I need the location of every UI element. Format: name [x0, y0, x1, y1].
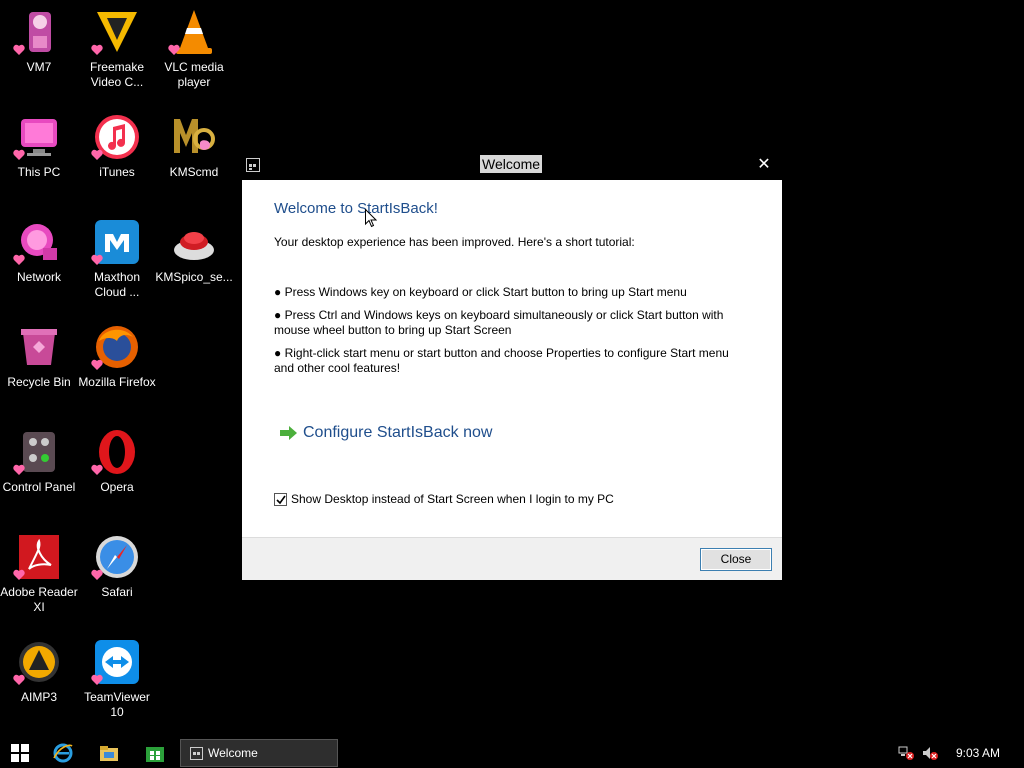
- heart-icon: [91, 359, 103, 370]
- kmscmd-icon: [170, 113, 218, 161]
- network-disconnected-icon[interactable]: [898, 746, 914, 760]
- show-desktop-checkbox-label: Show Desktop instead of Start Screen whe…: [291, 492, 614, 506]
- dialog-body: Welcome to StartIsBack! Your desktop exp…: [242, 180, 782, 537]
- desktop-icon-vlc[interactable]: VLC media player: [155, 8, 233, 90]
- heart-icon: [91, 464, 103, 475]
- dialog-intro: Your desktop experience has been improve…: [274, 235, 635, 249]
- heart-icon: [91, 674, 103, 685]
- desktop-icon-recycle-bin[interactable]: Recycle Bin: [0, 323, 78, 390]
- desktop-icon-label: VLC media player: [164, 60, 224, 89]
- desktop-icon-opera[interactable]: Opera: [78, 428, 156, 495]
- teamviewer-icon: [91, 638, 141, 686]
- maxthon-icon: [91, 218, 141, 266]
- desktop-icon-adobe-reader[interactable]: Adobe Reader XI: [0, 533, 78, 615]
- desktop-icon-label: KMScmd: [169, 165, 219, 179]
- dialog-titlebar[interactable]: Welcome ✕: [242, 152, 782, 180]
- clock[interactable]: 9:03 AM: [956, 746, 1000, 760]
- safari-icon: [91, 533, 141, 581]
- taskbar-task-welcome[interactable]: Welcome: [180, 739, 338, 767]
- itunes-icon: [91, 113, 141, 161]
- desktop-icon-vm7[interactable]: VM7: [0, 8, 78, 75]
- heart-icon: [91, 149, 103, 160]
- desktop-icon-label: Adobe Reader XI: [0, 585, 78, 614]
- show-desktop-checkbox[interactable]: [274, 492, 287, 506]
- desktop-icon-label: AIMP3: [20, 690, 57, 704]
- tutorial-bullet: ● Press Ctrl and Windows keys on keyboar…: [274, 308, 724, 337]
- desktop-icon-label: Opera: [100, 480, 134, 494]
- desktop-icon-kmspico[interactable]: KMSpico_se...: [155, 218, 233, 285]
- start-button-windows-icon[interactable]: [9, 742, 31, 764]
- dialog-footer: Close: [242, 537, 782, 580]
- heart-icon: [13, 464, 25, 475]
- heart-icon: [91, 569, 103, 580]
- adobe-reader-icon: [13, 533, 63, 581]
- desktop-icon-label: Freemake Video C...: [89, 60, 145, 89]
- close-icon[interactable]: ✕: [754, 154, 774, 174]
- desktop-icon-label: Safari: [101, 585, 133, 599]
- heart-icon: [13, 44, 25, 55]
- desktop-icon-label: VM7: [26, 60, 52, 74]
- heart-icon: [91, 44, 103, 55]
- checkmark-icon: [276, 495, 286, 504]
- show-desktop-checkbox-row[interactable]: Show Desktop instead of Start Screen whe…: [274, 492, 614, 506]
- tutorial-bullet: ● Right-click start menu or start button…: [274, 346, 729, 375]
- kmspico-icon: [170, 218, 218, 266]
- desktop-icon-itunes[interactable]: iTunes: [78, 113, 156, 180]
- startisback-app-icon: [190, 746, 203, 760]
- internet-explorer-icon[interactable]: [52, 742, 74, 764]
- store-icon[interactable]: [144, 742, 166, 764]
- dialog-heading: Welcome to StartIsBack!: [274, 200, 438, 217]
- desktop-icon-label: Maxthon Cloud ...: [93, 270, 141, 299]
- desktop-icon-kmscmd[interactable]: KMScmd: [155, 113, 233, 180]
- freemake-icon: [91, 8, 141, 56]
- desktop-icon-label: Network: [16, 270, 61, 284]
- dialog-title: Welcome: [480, 155, 543, 173]
- tutorial-bullet: ● Press Windows key on keyboard or click…: [274, 285, 687, 299]
- desktop-icon-label: KMSpico_se...: [155, 270, 233, 284]
- heart-icon: [13, 254, 25, 265]
- mouse-cursor-icon: [365, 209, 377, 228]
- close-button[interactable]: Close: [700, 548, 772, 571]
- file-explorer-icon[interactable]: [98, 742, 120, 764]
- arrow-right-icon: [280, 426, 297, 440]
- startisback-app-icon: [246, 158, 260, 172]
- opera-icon: [91, 428, 141, 476]
- desktop-icon-label: iTunes: [99, 165, 135, 179]
- desktop-icon-safari[interactable]: Safari: [78, 533, 156, 600]
- desktop-icon-label: This PC: [17, 165, 61, 179]
- heart-icon: [13, 674, 25, 685]
- desktop-icon-maxthon[interactable]: Maxthon Cloud ...: [78, 218, 156, 300]
- desktop-icon-this-pc[interactable]: This PC: [0, 113, 78, 180]
- desktop-icon-label: Mozilla Firefox: [78, 375, 156, 389]
- taskbar-task-label: Welcome: [208, 746, 258, 760]
- desktop-icon-label: Control Panel: [2, 480, 76, 494]
- desktop-icon-firefox[interactable]: Mozilla Firefox: [78, 323, 156, 390]
- desktop-icon-aimp3[interactable]: AIMP3: [0, 638, 78, 705]
- heart-icon: [13, 149, 25, 160]
- desktop-icon-control-panel[interactable]: Control Panel: [0, 428, 78, 495]
- heart-icon: [91, 254, 103, 265]
- this-pc-icon: [13, 113, 63, 161]
- desktop-icon-teamviewer[interactable]: TeamViewer 10: [78, 638, 156, 720]
- recycle-bin-icon: [15, 323, 63, 371]
- control-panel-icon: [13, 428, 63, 476]
- configure-link-label: Configure StartIsBack now: [303, 424, 493, 441]
- heart-icon: [168, 44, 180, 55]
- aimp-icon: [13, 638, 63, 686]
- vlc-icon: [168, 8, 218, 56]
- firefox-icon: [91, 323, 141, 371]
- desktop-icon-label: Recycle Bin: [7, 375, 71, 389]
- heart-icon: [13, 569, 25, 580]
- configure-startisback-link[interactable]: Configure StartIsBack now: [280, 424, 492, 442]
- volume-muted-icon[interactable]: [922, 746, 938, 760]
- desktop-icon-label: TeamViewer 10: [84, 690, 150, 719]
- desktop-icon-freemake[interactable]: Freemake Video C...: [78, 8, 156, 90]
- taskbar: Welcome 9:03 AM: [0, 738, 1024, 768]
- desktop-icon-network[interactable]: Network: [0, 218, 78, 285]
- network-icon: [13, 218, 63, 266]
- vm7-icon: [13, 8, 63, 56]
